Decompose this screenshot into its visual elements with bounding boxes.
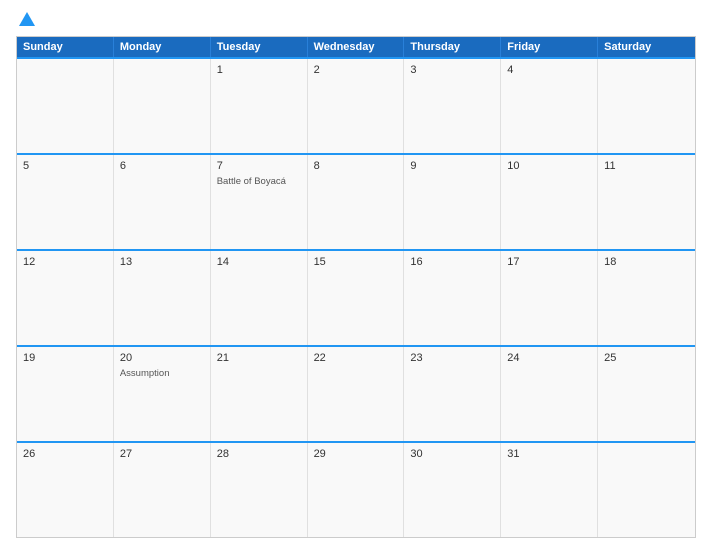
day-number: 10 xyxy=(507,160,591,172)
calendar-cell: 9 xyxy=(404,155,501,249)
calendar-cell: 4 xyxy=(501,59,598,153)
day-number: 24 xyxy=(507,352,591,364)
calendar-page: SundayMondayTuesdayWednesdayThursdayFrid… xyxy=(0,0,712,550)
calendar-cell: 20 Assumption xyxy=(114,347,211,441)
calendar-cell xyxy=(17,59,114,153)
calendar-cell: 27 xyxy=(114,443,211,537)
day-number: 13 xyxy=(120,256,204,268)
day-number: 5 xyxy=(23,160,107,172)
calendar-week-1: 1 23 4 xyxy=(17,57,695,153)
day-number: 11 xyxy=(604,160,689,172)
holiday-label: Assumption xyxy=(120,368,204,379)
calendar-cell: 17 xyxy=(501,251,598,345)
header xyxy=(16,12,696,28)
calendar-cell xyxy=(598,59,695,153)
calendar-cell: 16 xyxy=(404,251,501,345)
logo xyxy=(16,12,35,28)
day-number: 17 xyxy=(507,256,591,268)
day-number: 8 xyxy=(314,160,398,172)
day-number: 18 xyxy=(604,256,689,268)
calendar-cell: 12 xyxy=(17,251,114,345)
day-number: 20 xyxy=(120,352,204,364)
calendar-cell: 7 Battle of Boyacá xyxy=(211,155,308,249)
holiday-label: Battle of Boyacá xyxy=(217,176,301,187)
calendar-week-3: 12 13 14 15 16 17 18 xyxy=(17,249,695,345)
day-number: 12 xyxy=(23,256,107,268)
calendar-cell: 13 xyxy=(114,251,211,345)
day-number: 21 xyxy=(217,352,301,364)
day-number: 6 xyxy=(120,160,204,172)
day-number: 19 xyxy=(23,352,107,364)
calendar-cell xyxy=(114,59,211,153)
day-number: 29 xyxy=(314,448,398,460)
calendar-cell: 2 xyxy=(308,59,405,153)
calendar-cell: 24 xyxy=(501,347,598,441)
day-number: 25 xyxy=(604,352,689,364)
weekday-header-saturday: Saturday xyxy=(598,37,695,57)
calendar-cell: 29 xyxy=(308,443,405,537)
calendar-cell: 3 xyxy=(404,59,501,153)
day-number: 14 xyxy=(217,256,301,268)
calendar-cell: 19 xyxy=(17,347,114,441)
calendar-cell: 6 xyxy=(114,155,211,249)
weekday-header-sunday: Sunday xyxy=(17,37,114,57)
day-number: 27 xyxy=(120,448,204,460)
calendar-cell: 23 xyxy=(404,347,501,441)
day-number: 15 xyxy=(314,256,398,268)
calendar-cell: 31 xyxy=(501,443,598,537)
weekday-header-friday: Friday xyxy=(501,37,598,57)
calendar-week-4: 19 20 Assumption 21 22 23 24 25 xyxy=(17,345,695,441)
logo-triangle-icon xyxy=(19,12,35,26)
calendar-cell xyxy=(598,443,695,537)
calendar-cell: 10 xyxy=(501,155,598,249)
calendar-cell: 8 xyxy=(308,155,405,249)
calendar-cell: 11 xyxy=(598,155,695,249)
weekday-header-thursday: Thursday xyxy=(404,37,501,57)
day-number: 16 xyxy=(410,256,494,268)
weekday-header-tuesday: Tuesday xyxy=(211,37,308,57)
calendar-cell: 22 xyxy=(308,347,405,441)
calendar-cell: 26 xyxy=(17,443,114,537)
calendar-cell: 5 xyxy=(17,155,114,249)
calendar-week-2: 5 6 7 Battle of Boyacá 89 10 11 xyxy=(17,153,695,249)
day-number: 2 xyxy=(314,64,398,76)
day-number: 23 xyxy=(410,352,494,364)
day-number: 1 xyxy=(217,64,301,76)
weekday-header-monday: Monday xyxy=(114,37,211,57)
calendar-cell: 21 xyxy=(211,347,308,441)
calendar-week-5: 26 27 28 29 30 31 xyxy=(17,441,695,537)
day-number: 26 xyxy=(23,448,107,460)
weekday-header-wednesday: Wednesday xyxy=(308,37,405,57)
day-number: 3 xyxy=(410,64,494,76)
calendar-cell: 1 xyxy=(211,59,308,153)
calendar-cell: 30 xyxy=(404,443,501,537)
calendar-cell: 15 xyxy=(308,251,405,345)
day-number: 22 xyxy=(314,352,398,364)
calendar-body: 1234567Battle of Boyacá89101112131415161… xyxy=(17,57,695,537)
calendar-cell: 28 xyxy=(211,443,308,537)
day-number: 9 xyxy=(410,160,494,172)
calendar-grid: SundayMondayTuesdayWednesdayThursdayFrid… xyxy=(16,36,696,538)
day-number: 4 xyxy=(507,64,591,76)
calendar-cell: 14 xyxy=(211,251,308,345)
calendar-header: SundayMondayTuesdayWednesdayThursdayFrid… xyxy=(17,37,695,57)
day-number: 30 xyxy=(410,448,494,460)
day-number: 31 xyxy=(507,448,591,460)
day-number: 7 xyxy=(217,160,301,172)
day-number: 28 xyxy=(217,448,301,460)
calendar-cell: 25 xyxy=(598,347,695,441)
calendar-cell: 18 xyxy=(598,251,695,345)
